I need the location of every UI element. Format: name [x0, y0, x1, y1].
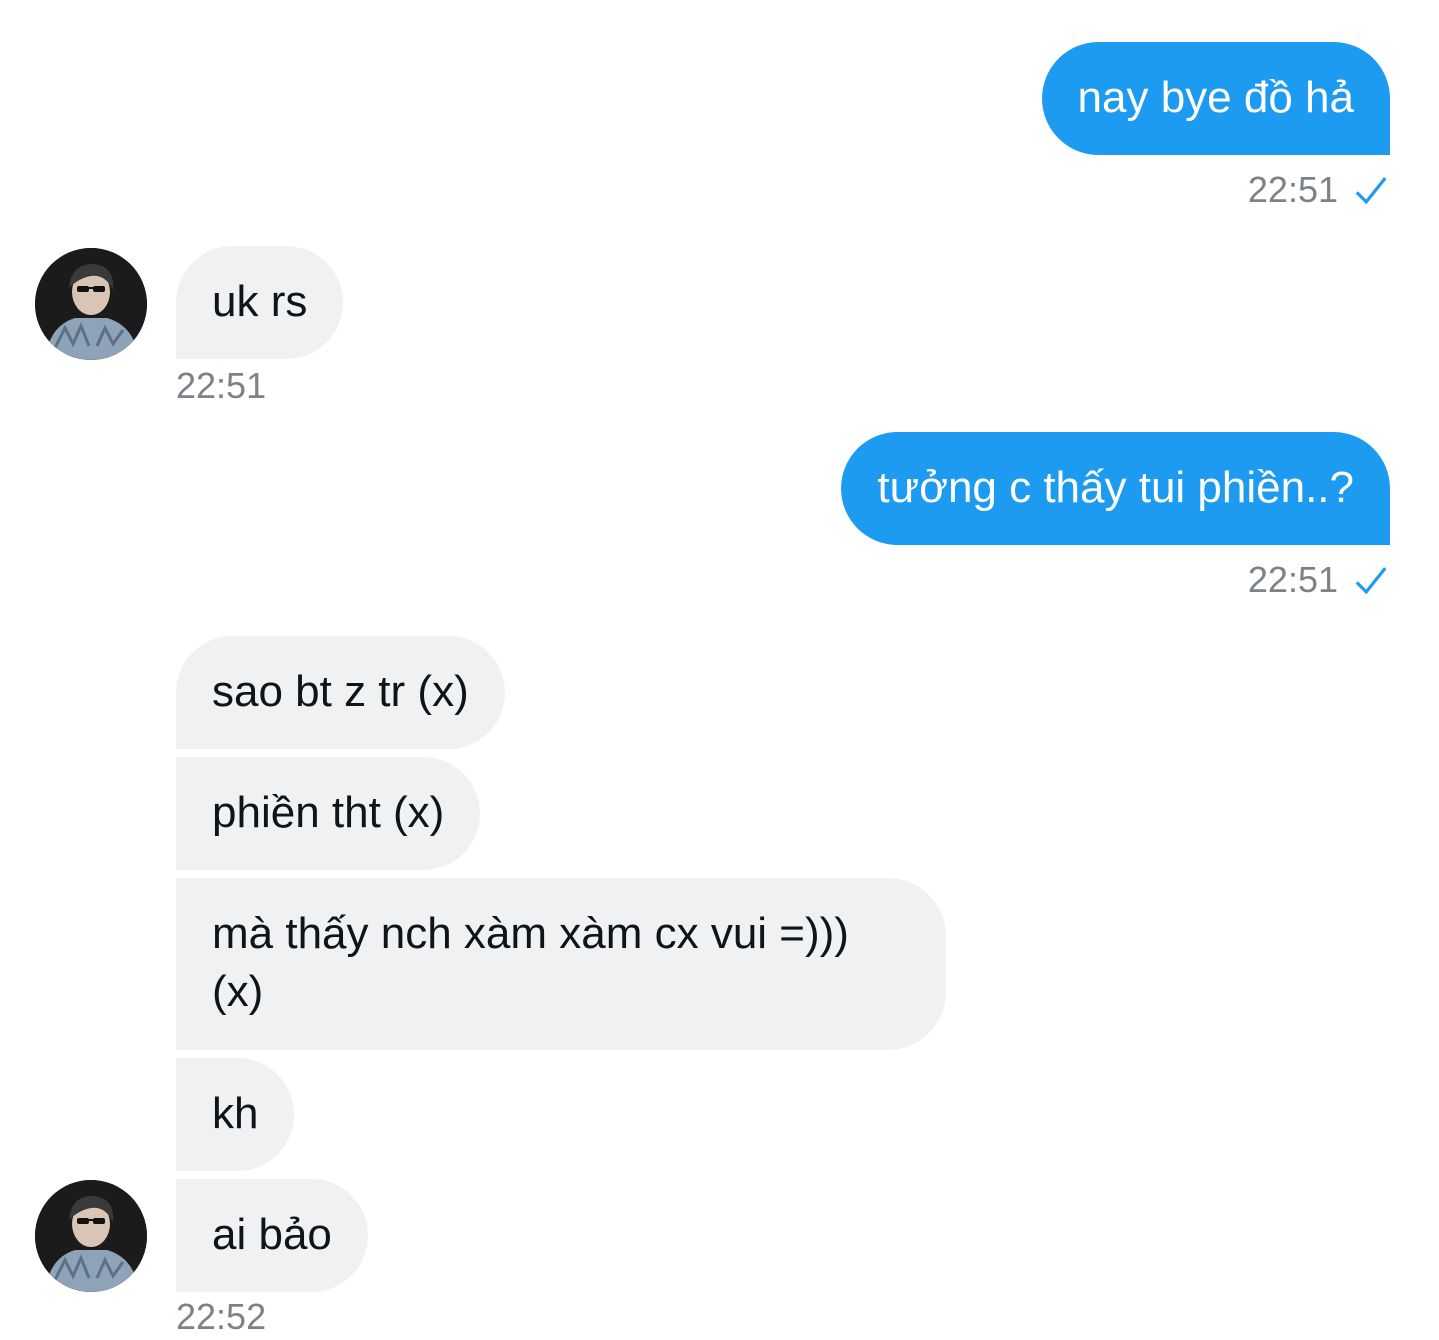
avatar-icon	[35, 248, 147, 360]
message-text: uk rs	[212, 277, 308, 326]
avatar[interactable]	[35, 1180, 147, 1292]
message-bubble-outgoing[interactable]: tưởng c thấy tui phiền..?	[841, 432, 1390, 545]
check-icon	[1355, 177, 1387, 205]
message-bubble-incoming[interactable]: phiền tht (x)	[176, 757, 481, 870]
message-timestamp: 22:51	[1248, 558, 1390, 602]
check-icon	[1355, 567, 1387, 595]
message-timestamp: 22:52	[176, 1296, 267, 1337]
message-bubble-incoming[interactable]: mà thấy nch xàm xàm cx vui =))) (x)	[176, 878, 946, 1050]
message-text: ai bảo	[212, 1210, 332, 1259]
message-text: mà thấy nch xàm xàm cx vui =))) (x)	[212, 909, 849, 1016]
message-bubble-incoming[interactable]: ai bảo	[176, 1179, 368, 1292]
message-text: kh	[212, 1089, 259, 1138]
message-bubble-incoming[interactable]: uk rs	[176, 246, 344, 359]
message-text: nay bye đồ hả	[1077, 73, 1354, 122]
message-timestamp: 22:51	[1248, 168, 1390, 212]
avatar[interactable]	[35, 248, 147, 360]
message-bubble-outgoing[interactable]: nay bye đồ hả	[1041, 42, 1390, 155]
avatar-icon	[35, 1180, 147, 1292]
message-text: sao bt z tr (x)	[212, 667, 469, 716]
message-bubble-incoming[interactable]: kh	[176, 1058, 295, 1171]
message-timestamp: 22:51	[176, 365, 267, 406]
message-bubble-incoming[interactable]: sao bt z tr (x)	[176, 636, 505, 749]
message-text: phiền tht (x)	[212, 788, 445, 837]
message-text: tưởng c thấy tui phiền..?	[877, 463, 1354, 512]
